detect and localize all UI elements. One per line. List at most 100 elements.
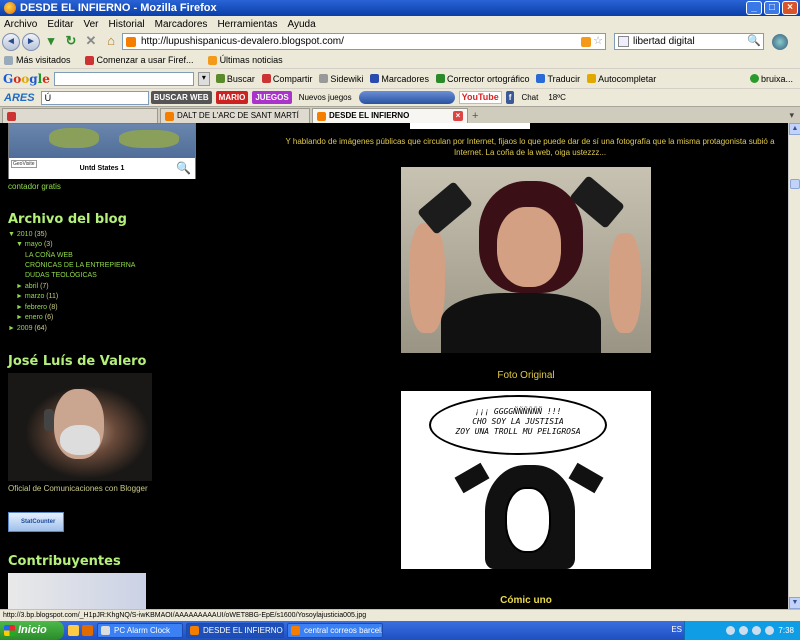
quicklaunch-icon[interactable] <box>68 625 79 636</box>
google-traducir-button[interactable]: Traducir <box>536 74 580 84</box>
bookmark-ultimas-noticias[interactable]: Últimas noticias <box>207 55 283 65</box>
reload-icon[interactable]: ↻ <box>62 33 80 51</box>
profile-photo[interactable] <box>8 373 152 481</box>
geovisite-badge[interactable]: GeoVisite <box>11 160 37 168</box>
window-title-bar: DESDE EL INFIERNO - Mozilla Firefox _ □ … <box>0 0 800 16</box>
archive-item-marzo[interactable]: ► marzo (11) <box>16 293 58 300</box>
tab-close-icon[interactable]: × <box>453 111 463 121</box>
minimize-button[interactable]: _ <box>746 1 762 15</box>
comic-image[interactable]: ¡¡¡ GGGGÑÑÑÑÑÑ !!! CHO SOY LA JUSTISIA Z… <box>401 391 651 569</box>
youtube-button[interactable]: YouTube <box>458 91 502 104</box>
forward-icon[interactable]: ► <box>22 33 40 51</box>
tray-icon[interactable] <box>765 626 775 635</box>
tray-icon[interactable] <box>739 626 749 635</box>
language-indicator[interactable]: ES <box>671 625 682 634</box>
profile-caption: Oficial de Comunicaciones con Blogger <box>8 484 148 493</box>
menu-historial[interactable]: Historial <box>109 19 145 30</box>
scroll-thumb[interactable] <box>790 179 800 189</box>
post-intro-text: Y hablando de imágenes públicas que circ… <box>285 137 775 157</box>
bookmark-mas-visitados[interactable]: Más visitados <box>4 55 71 65</box>
google-logo: Google <box>3 71 50 86</box>
tab-1[interactable] <box>2 108 158 123</box>
scroll-down-icon[interactable]: ▼ <box>789 597 800 609</box>
tab-dalt-de-larc[interactable]: DALT DE L'ARC DE SANT MARTÍ <box>160 108 310 123</box>
juegos-button[interactable]: JUEGOS <box>252 91 292 104</box>
zoom-icon[interactable]: 🔍 <box>176 161 191 175</box>
dropdown-history-icon[interactable]: ▾ <box>42 33 60 51</box>
tab-favicon <box>165 112 174 121</box>
start-button[interactable]: Inicio <box>0 621 64 640</box>
firefox-bookmark-icon <box>84 55 94 65</box>
google-dropdown-icon[interactable]: ▾ <box>197 71 210 86</box>
archive-item-enero[interactable]: ► enero (6) <box>16 314 53 321</box>
bookmark-comenzar[interactable]: Comenzar a usar Firef... <box>84 55 194 65</box>
google-buscar-button[interactable]: Buscar <box>215 74 255 84</box>
chat-button[interactable]: Chat <box>518 91 541 104</box>
map-land <box>49 128 99 148</box>
nuevos-juegos-button[interactable]: Nuevos juegos <box>296 91 355 104</box>
tray-icon[interactable] <box>726 626 736 635</box>
tab-desde-el-infierno[interactable]: DESDE EL INFIERNO × <box>312 108 468 124</box>
new-tab-button[interactable]: + <box>472 110 478 122</box>
buscar-web-button[interactable]: BUSCAR WEB <box>150 91 212 104</box>
firefox-quicklaunch-icon[interactable] <box>82 625 93 636</box>
archive-post-cronicas[interactable]: CRÓNICAS DE LA ENTREPIERNA <box>25 262 135 269</box>
vertical-scrollbar[interactable]: ▲ ▼ <box>788 123 800 609</box>
google-compartir-button[interactable]: Compartir <box>261 74 312 84</box>
facebook-icon[interactable]: f <box>505 91 515 104</box>
menu-ver[interactable]: Ver <box>83 19 98 30</box>
menu-herramientas[interactable]: Herramientas <box>217 19 277 30</box>
archive-post-la-cona-web[interactable]: LA COÑA WEB <box>25 252 73 259</box>
search-engine-icon[interactable] <box>618 36 629 47</box>
radio-player[interactable] <box>358 91 455 104</box>
tab-list-icon[interactable]: ▾ <box>789 110 794 121</box>
bookmark-star-icon[interactable]: ☆ <box>593 34 603 49</box>
google-user-button[interactable]: bruixa... <box>749 74 793 84</box>
contador-gratis-link[interactable]: contador gratis <box>8 182 61 191</box>
menu-editar[interactable]: Editar <box>47 19 73 30</box>
rss-bookmark-icon <box>207 55 217 65</box>
google-corrector-button[interactable]: Corrector ortográfico <box>435 74 529 84</box>
close-button[interactable]: × <box>782 1 798 15</box>
google-toolbar: Google ▾ Buscar Compartir Sidewiki Marca… <box>0 68 800 88</box>
task-desde-el-infierno[interactable]: DESDE EL INFIERNO ... <box>186 623 284 638</box>
search-icon[interactable]: 🔍 <box>747 34 761 49</box>
home-icon[interactable]: ⌂ <box>102 33 120 51</box>
menu-marcadores[interactable]: Marcadores <box>155 19 208 30</box>
archive-item-abril[interactable]: ► abril (7) <box>16 283 49 290</box>
google-autocompletar-button[interactable]: Autocompletar <box>587 74 656 84</box>
archive-item-mayo[interactable]: ▼ mayo (3) <box>16 241 53 248</box>
window-title: DESDE EL INFIERNO - Mozilla Firefox <box>20 2 217 14</box>
visitor-map-widget[interactable]: Untd States 1 GeoVisite 🔍 <box>8 123 196 179</box>
post-divider <box>410 123 530 129</box>
clock[interactable]: 7:38 <box>778 626 794 635</box>
google-sidewiki-button[interactable]: Sidewiki <box>319 74 363 84</box>
contributor-image[interactable] <box>8 573 146 609</box>
archive-item-2009[interactable]: ► 2009 (64) <box>8 325 47 332</box>
task-pc-alarm-clock[interactable]: PC Alarm Clock <box>97 623 183 638</box>
menu-archivo[interactable]: Archivo <box>4 19 37 30</box>
search-value: libertad digital <box>633 36 695 47</box>
ares-search-input[interactable]: Ú <box>40 90 149 105</box>
stop-icon[interactable]: ✕ <box>82 33 100 51</box>
archive-item-2010[interactable]: ▼ 2010 (35) <box>8 231 47 238</box>
mario-button[interactable]: MARIO <box>215 91 249 104</box>
tray-icon[interactable] <box>752 626 762 635</box>
original-photo[interactable] <box>401 167 651 353</box>
archive-item-febrero[interactable]: ► febrero (8) <box>16 304 58 311</box>
url-bar[interactable]: http://lupushispanicus-devalero.blogspot… <box>122 33 606 50</box>
archive-post-dudas[interactable]: DUDAS TEOLÓGICAS <box>25 272 97 279</box>
scroll-up-icon[interactable]: ▲ <box>789 123 800 135</box>
google-search-input[interactable] <box>53 71 194 86</box>
statcounter-badge[interactable]: StatCounter <box>8 512 64 532</box>
task-central-correos[interactable]: central correos barcel... <box>287 623 383 638</box>
menu-ayuda[interactable]: Ayuda <box>287 19 315 30</box>
contributors-heading: Contribuyentes <box>8 554 121 569</box>
addon-icon[interactable] <box>772 34 788 50</box>
rss-icon[interactable] <box>581 37 591 47</box>
google-marcadores-button[interactable]: Marcadores <box>370 74 429 84</box>
maximize-button[interactable]: □ <box>764 1 780 15</box>
search-input[interactable]: libertad digital 🔍 <box>614 33 764 50</box>
back-icon[interactable]: ◄ <box>2 33 20 51</box>
map-land <box>119 130 179 148</box>
